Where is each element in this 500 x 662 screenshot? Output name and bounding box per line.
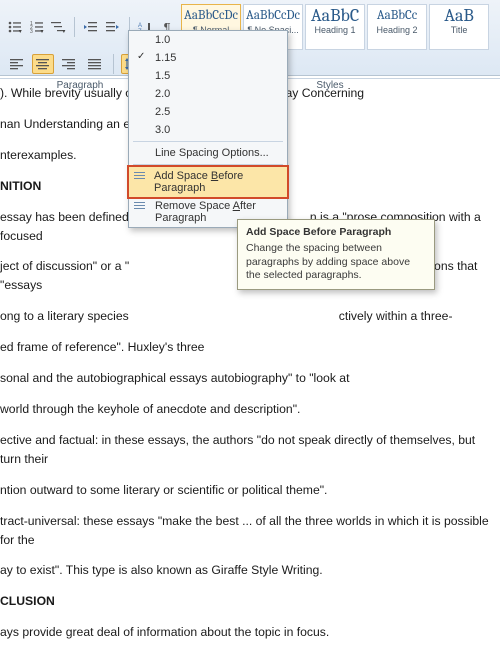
- separator: [74, 17, 75, 37]
- spacing-option-1-15[interactable]: 1.15: [129, 49, 287, 67]
- separator: [113, 54, 114, 74]
- align-right-button[interactable]: [58, 54, 80, 74]
- line-spacing-dropdown: 1.0 1.15 1.5 2.0 2.5 3.0 Line Spacing Op…: [128, 30, 288, 228]
- section-heading: CLUSION: [0, 592, 496, 611]
- menu-divider: [133, 164, 283, 165]
- style-title[interactable]: AaBTitle: [429, 4, 489, 50]
- style-sample: AaBbCc: [370, 7, 424, 25]
- style-heading-1[interactable]: AaBbCHeading 1: [305, 4, 365, 50]
- justify-button[interactable]: [84, 54, 106, 74]
- align-center-button[interactable]: [32, 54, 54, 74]
- style-label: Heading 1: [308, 25, 362, 35]
- style-heading-2[interactable]: AaBbCcHeading 2: [367, 4, 427, 50]
- body-text: sonal and the autobiographical essays au…: [0, 369, 496, 388]
- decrease-indent-button[interactable]: [82, 17, 100, 37]
- tooltip-body: Change the spacing between paragraphs by…: [246, 242, 426, 283]
- multilevel-list-button[interactable]: ▾: [50, 17, 68, 37]
- style-label: Heading 2: [370, 25, 424, 35]
- spacing-option-3-0[interactable]: 3.0: [129, 121, 287, 139]
- body-text: ay to exist". This type is also known as…: [0, 561, 496, 580]
- align-left-button[interactable]: [6, 54, 28, 74]
- line-spacing-options[interactable]: Line Spacing Options...: [129, 144, 287, 162]
- style-sample: AaBbCcDc: [184, 7, 238, 25]
- spacing-option-2-0[interactable]: 2.0: [129, 85, 287, 103]
- spacing-option-1-5[interactable]: 1.5: [129, 67, 287, 85]
- body-text: ays provide great deal of information ab…: [0, 623, 496, 642]
- numbering-button[interactable]: 123▾: [28, 17, 46, 37]
- tooltip-title: Add Space Before Paragraph: [246, 226, 426, 238]
- tooltip: Add Space Before Paragraph Change the sp…: [237, 219, 435, 290]
- add-space-before-paragraph[interactable]: Add Space Before Paragraph: [128, 166, 288, 198]
- spacing-option-2-5[interactable]: 2.5: [129, 103, 287, 121]
- style-label: Title: [432, 25, 486, 35]
- style-sample: AaBbC: [308, 7, 362, 25]
- style-sample: AaB: [432, 7, 486, 25]
- body-text: tract-universal: these essays "make the …: [0, 512, 496, 550]
- body-text: ong to a literary speciesctively within …: [0, 307, 496, 326]
- body-text: ective and factual: in these essays, the…: [0, 431, 496, 469]
- body-text: ntion outward to some literary or scient…: [0, 481, 496, 500]
- menu-divider: [133, 141, 283, 142]
- bullets-button[interactable]: ▾: [6, 17, 24, 37]
- style-sample: AaBbCcDc: [246, 7, 300, 25]
- body-text: ed frame of reference". Huxley's three: [0, 338, 496, 357]
- spacing-option-1-0[interactable]: 1.0: [129, 31, 287, 49]
- svg-text:3: 3: [30, 29, 33, 33]
- body-text: world through the keyhole of anecdote an…: [0, 400, 496, 419]
- increase-indent-button[interactable]: [104, 17, 122, 37]
